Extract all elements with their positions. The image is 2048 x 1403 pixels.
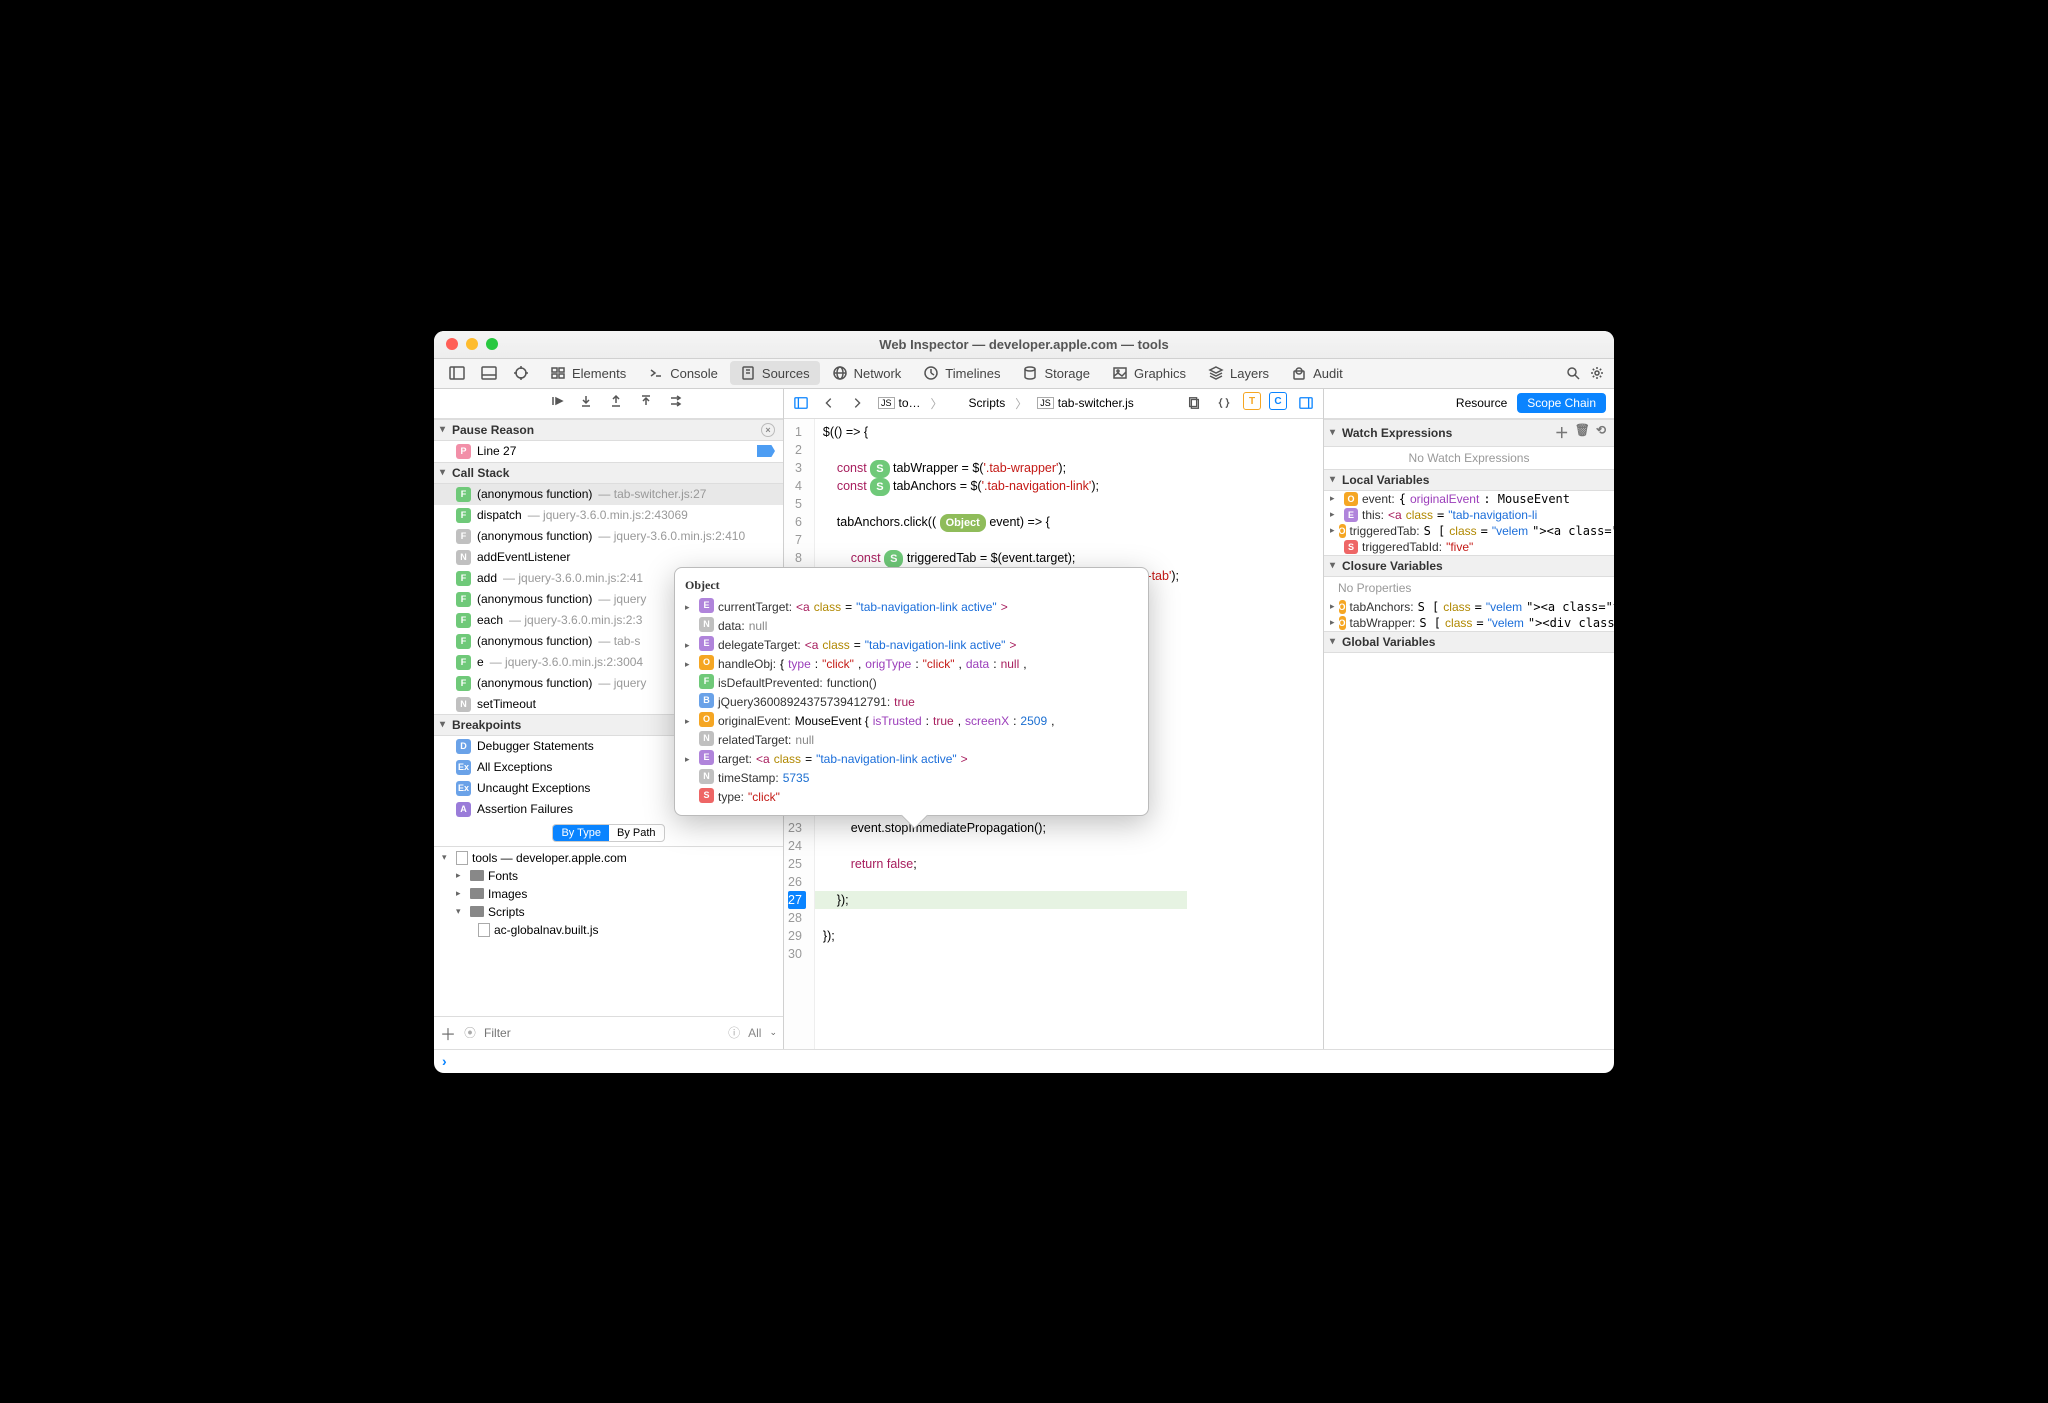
closure-vars-header[interactable]: Closure Variables bbox=[1324, 555, 1614, 577]
scope-chain-tab[interactable]: Scope Chain bbox=[1517, 393, 1606, 413]
tree-folder[interactable]: ▸Fonts bbox=[434, 867, 783, 885]
pause-reason-item[interactable]: PLine 27 bbox=[434, 441, 783, 462]
step-out-icon[interactable] bbox=[608, 393, 624, 414]
tree-root[interactable]: ▾tools — developer.apple.com bbox=[434, 849, 783, 867]
popover-property[interactable]: B jQuery36008924375739412791: true bbox=[685, 693, 1138, 712]
popover-property[interactable]: ▸E currentTarget: <a class="tab-navigati… bbox=[685, 598, 1138, 617]
variable-row[interactable]: ▸O event: {originalEvent: MouseEvent bbox=[1324, 491, 1614, 507]
popover-property[interactable]: ▸O handleObj: {type: "click", origType: … bbox=[685, 655, 1138, 674]
popover-property[interactable]: N timeStamp: 5735 bbox=[685, 769, 1138, 788]
tab-timelines[interactable]: Timelines bbox=[913, 361, 1010, 385]
popover-property[interactable]: F isDefaultPrevented: function() bbox=[685, 674, 1138, 693]
popover-property[interactable]: ▸E target: <a class="tab-navigation-link… bbox=[685, 750, 1138, 769]
variable-row[interactable]: ▸E this: <a class="tab-navigation-li bbox=[1324, 507, 1614, 523]
crumb-current[interactable]: JStab-switcher.js bbox=[1033, 394, 1138, 412]
zoom-window[interactable] bbox=[486, 338, 498, 350]
closure-noprops: No Properties bbox=[1324, 577, 1614, 599]
tab-console[interactable]: Console bbox=[638, 361, 728, 385]
tab-storage[interactable]: Storage bbox=[1012, 361, 1100, 385]
tab-graphics[interactable]: Graphics bbox=[1102, 361, 1196, 385]
variable-row[interactable]: ▸O triggeredTab: S [class="velem"><a cla… bbox=[1324, 523, 1614, 539]
refresh-watch-icon[interactable]: ⟲ bbox=[1596, 423, 1606, 443]
popover-property[interactable]: S type: "click" bbox=[685, 788, 1138, 807]
crumb-file[interactable]: JSto… bbox=[874, 394, 925, 412]
call-stack-header[interactable]: Call Stack bbox=[434, 462, 783, 484]
toggle-right-icon[interactable] bbox=[1295, 392, 1317, 414]
nav-forward-icon[interactable] bbox=[846, 392, 868, 414]
watch-empty: No Watch Expressions bbox=[1324, 447, 1614, 469]
step-over-icon[interactable] bbox=[548, 393, 564, 414]
call-stack-frame[interactable]: F(anonymous function) — jquery-3.6.0.min… bbox=[434, 526, 783, 547]
crumb-folder[interactable]: Scripts bbox=[949, 394, 1010, 412]
local-vars-header[interactable]: Local Variables bbox=[1324, 469, 1614, 491]
coverage-icon[interactable]: C bbox=[1269, 392, 1287, 410]
clear-watch-icon[interactable]: 🗑 bbox=[1575, 423, 1590, 443]
step-into-icon[interactable] bbox=[578, 393, 594, 414]
pause-reason-header[interactable]: Pause Reason × bbox=[434, 419, 783, 441]
by-type-pill[interactable]: By Type bbox=[553, 825, 609, 841]
call-stack-frame[interactable]: F(anonymous function) — tab-switcher.js:… bbox=[434, 484, 783, 505]
tree-folder[interactable]: ▸Images bbox=[434, 885, 783, 903]
step-next-icon[interactable] bbox=[668, 393, 684, 414]
step-icon[interactable] bbox=[638, 393, 654, 414]
add-icon[interactable]: ＋ bbox=[440, 1021, 456, 1045]
tab-elements[interactable]: Elements bbox=[540, 361, 636, 385]
toggle-sidebar-icon[interactable] bbox=[790, 392, 812, 414]
filter-input[interactable] bbox=[484, 1026, 720, 1040]
call-stack-frame[interactable]: NaddEventListener bbox=[434, 547, 783, 568]
window-title: Web Inspector — developer.apple.com — to… bbox=[434, 337, 1614, 352]
dock-left-icon[interactable] bbox=[446, 362, 468, 384]
popover-property[interactable]: N data: null bbox=[685, 617, 1138, 636]
tab-audit[interactable]: Audit bbox=[1281, 361, 1353, 385]
popover-property[interactable]: ▸O originalEvent: MouseEvent {isTrusted:… bbox=[685, 712, 1138, 731]
tree-folder[interactable]: ▾Scripts bbox=[434, 903, 783, 921]
type-icon[interactable]: T bbox=[1243, 392, 1261, 410]
resource-tab[interactable]: Resource bbox=[1456, 396, 1507, 410]
popover-property[interactable]: ▸E delegateTarget: <a class="tab-navigat… bbox=[685, 636, 1138, 655]
tab-sources[interactable]: Sources bbox=[730, 361, 820, 385]
global-vars-header[interactable]: Global Variables bbox=[1324, 631, 1614, 653]
all-label[interactable]: All bbox=[748, 1026, 761, 1040]
add-watch-icon[interactable]: ＋ bbox=[1555, 423, 1569, 443]
gear-icon[interactable] bbox=[1586, 362, 1608, 384]
copy-icon[interactable] bbox=[1183, 392, 1205, 414]
main-toolbar: Elements Console Sources Network Timelin… bbox=[434, 359, 1614, 389]
titlebar: Web Inspector — developer.apple.com — to… bbox=[434, 331, 1614, 359]
popover-property[interactable]: N relatedTarget: null bbox=[685, 731, 1138, 750]
tab-layers[interactable]: Layers bbox=[1198, 361, 1279, 385]
call-stack-frame[interactable]: Fdispatch — jquery-3.6.0.min.js:2:43069 bbox=[434, 505, 783, 526]
nav-back-icon[interactable] bbox=[818, 392, 840, 414]
close-window[interactable] bbox=[446, 338, 458, 350]
object-popover: Object ▸E currentTarget: <a class="tab-n… bbox=[674, 567, 1149, 816]
variable-row[interactable]: S triggeredTabId: "five" bbox=[1324, 539, 1614, 555]
close-pause-icon[interactable]: × bbox=[761, 423, 775, 437]
debugger-controls bbox=[434, 389, 783, 419]
tab-network[interactable]: Network bbox=[822, 361, 912, 385]
chevron-down-icon[interactable]: ⌄ bbox=[769, 1027, 777, 1038]
braces-icon[interactable] bbox=[1213, 392, 1235, 414]
element-select-icon[interactable] bbox=[510, 362, 532, 384]
popover-title: Object bbox=[685, 576, 1138, 595]
by-path-pill[interactable]: By Path bbox=[609, 825, 664, 841]
variable-row[interactable]: ▸O tabAnchors: S [class="velem"><a class… bbox=[1324, 599, 1614, 615]
search-icon[interactable] bbox=[1562, 362, 1584, 384]
variable-row[interactable]: ▸O tabWrapper: S [class="velem"><div cla… bbox=[1324, 615, 1614, 631]
console-prompt[interactable]: › bbox=[434, 1049, 1614, 1073]
filter-icon: ⦿ bbox=[464, 1024, 476, 1041]
sort-pills[interactable]: By Type By Path bbox=[552, 824, 664, 842]
tree-file[interactable]: ac-globalnav.built.js bbox=[434, 921, 783, 939]
dock-bottom-icon[interactable] bbox=[478, 362, 500, 384]
minimize-window[interactable] bbox=[466, 338, 478, 350]
warning-icon[interactable]: ⓘ bbox=[728, 1024, 740, 1041]
watch-header[interactable]: Watch Expressions ＋ 🗑 ⟲ bbox=[1324, 419, 1614, 447]
